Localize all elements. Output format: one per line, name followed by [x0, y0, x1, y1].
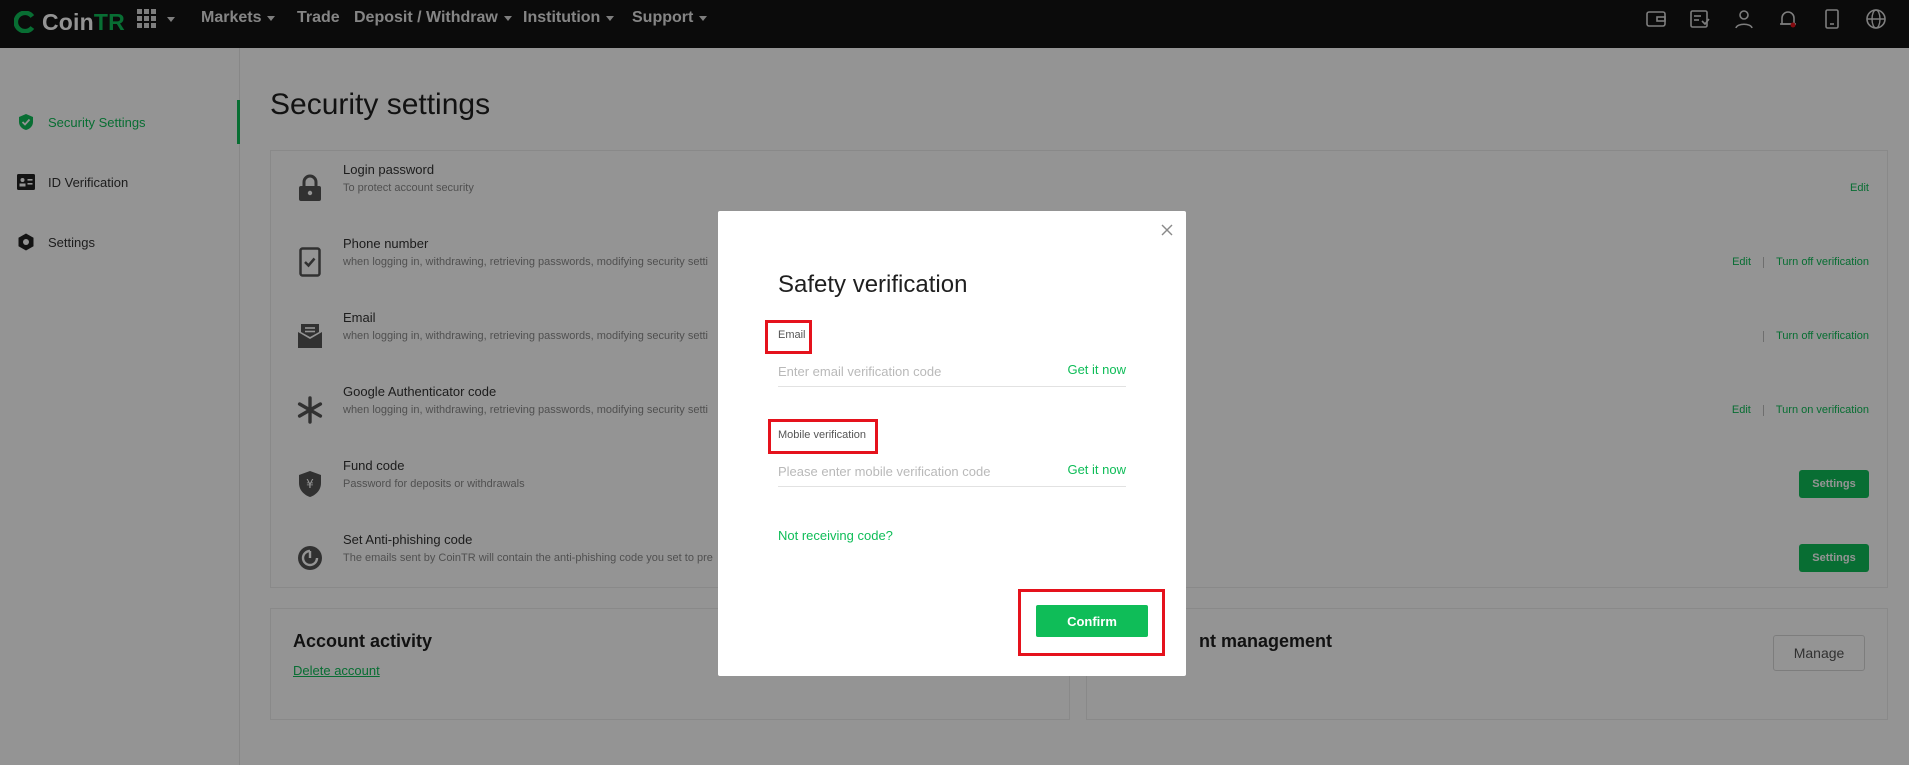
not-receiving-code-link[interactable]: Not receiving code?	[778, 528, 893, 543]
email-get-code-link[interactable]: Get it now	[1067, 362, 1126, 377]
highlight-box-mobile	[768, 419, 878, 454]
mobile-get-code-link[interactable]: Get it now	[1067, 462, 1126, 477]
highlight-box-email	[765, 320, 812, 354]
close-icon[interactable]	[1158, 221, 1176, 239]
highlight-box-confirm	[1018, 589, 1165, 656]
dialog-title: Safety verification	[778, 271, 968, 298]
